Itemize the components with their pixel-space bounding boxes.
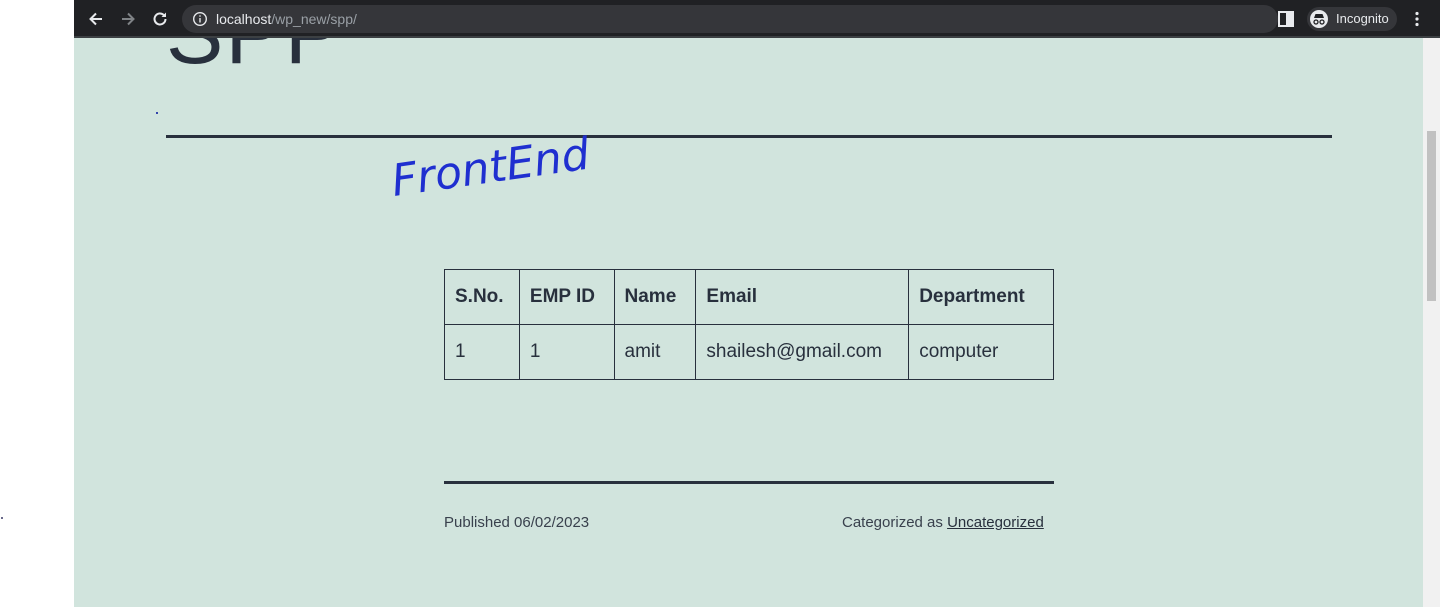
header-email: Email — [695, 269, 910, 325]
cell-email: shailesh@gmail.com — [695, 324, 910, 380]
handwritten-text: FrontEnd — [388, 130, 588, 207]
footer-separator — [444, 481, 1054, 484]
cell-emp-id: 1 — [518, 324, 615, 380]
incognito-label: Incognito — [1336, 11, 1389, 26]
left-gutter — [0, 0, 74, 607]
incognito-icon — [1310, 10, 1328, 28]
stray-dot — [156, 112, 158, 114]
side-panel-icon[interactable] — [1277, 10, 1295, 28]
header-department: Department — [908, 269, 1054, 325]
cell-department: computer — [908, 324, 1054, 380]
browser-toolbar: localhost/wp_new/spp/ Incognito — [74, 0, 1440, 38]
header-emp-id: EMP ID — [518, 269, 615, 325]
header-name: Name — [613, 269, 697, 325]
url-path: /wp_new/spp/ — [271, 11, 357, 27]
cell-sno: 1 — [444, 324, 520, 380]
title-separator — [166, 135, 1332, 138]
employee-table: S.No. EMP ID Name Email Department 1 1 a… — [444, 269, 1054, 380]
reload-button[interactable] — [145, 4, 175, 34]
post-category: Categorized as Uncategorized — [842, 514, 1044, 532]
address-bar[interactable]: localhost/wp_new/spp/ — [182, 5, 1360, 33]
browser-window: localhost/wp_new/spp/ Incognito SPP Fron… — [74, 0, 1440, 607]
table-row: 1 1 amit shailesh@gmail.com computer — [444, 324, 1054, 380]
handwritten-annotation: FrontEnd — [388, 130, 588, 207]
stray-dot — [1, 517, 3, 519]
cell-name: amit — [613, 324, 697, 380]
info-icon[interactable] — [192, 11, 208, 27]
published-date: Published 06/02/2023 — [444, 514, 590, 531]
url-host: localhost — [216, 11, 272, 27]
table-header-row: S.No. EMP ID Name Email Department — [444, 269, 1054, 325]
header-sno: S.No. — [444, 269, 520, 325]
more-menu-icon[interactable] — [1408, 10, 1426, 28]
category-prefix: Categorized as — [842, 514, 948, 531]
reload-icon — [153, 12, 167, 26]
page-content: SPP FrontEnd S.No. EMP ID Name Email Dep… — [74, 38, 1423, 607]
url-text[interactable]: localhost/wp_new/spp/ — [216, 11, 357, 27]
back-button[interactable] — [81, 4, 111, 34]
forward-button[interactable] — [113, 4, 143, 34]
back-icon — [89, 12, 102, 26]
scrollbar-thumb[interactable] — [1427, 131, 1436, 301]
category-link[interactable]: Uncategorized — [947, 514, 1044, 531]
forward-icon — [122, 12, 135, 26]
incognito-badge[interactable]: Incognito — [1307, 7, 1397, 31]
page-title: SPP — [166, 38, 344, 82]
vertical-scrollbar[interactable] — [1423, 38, 1440, 607]
